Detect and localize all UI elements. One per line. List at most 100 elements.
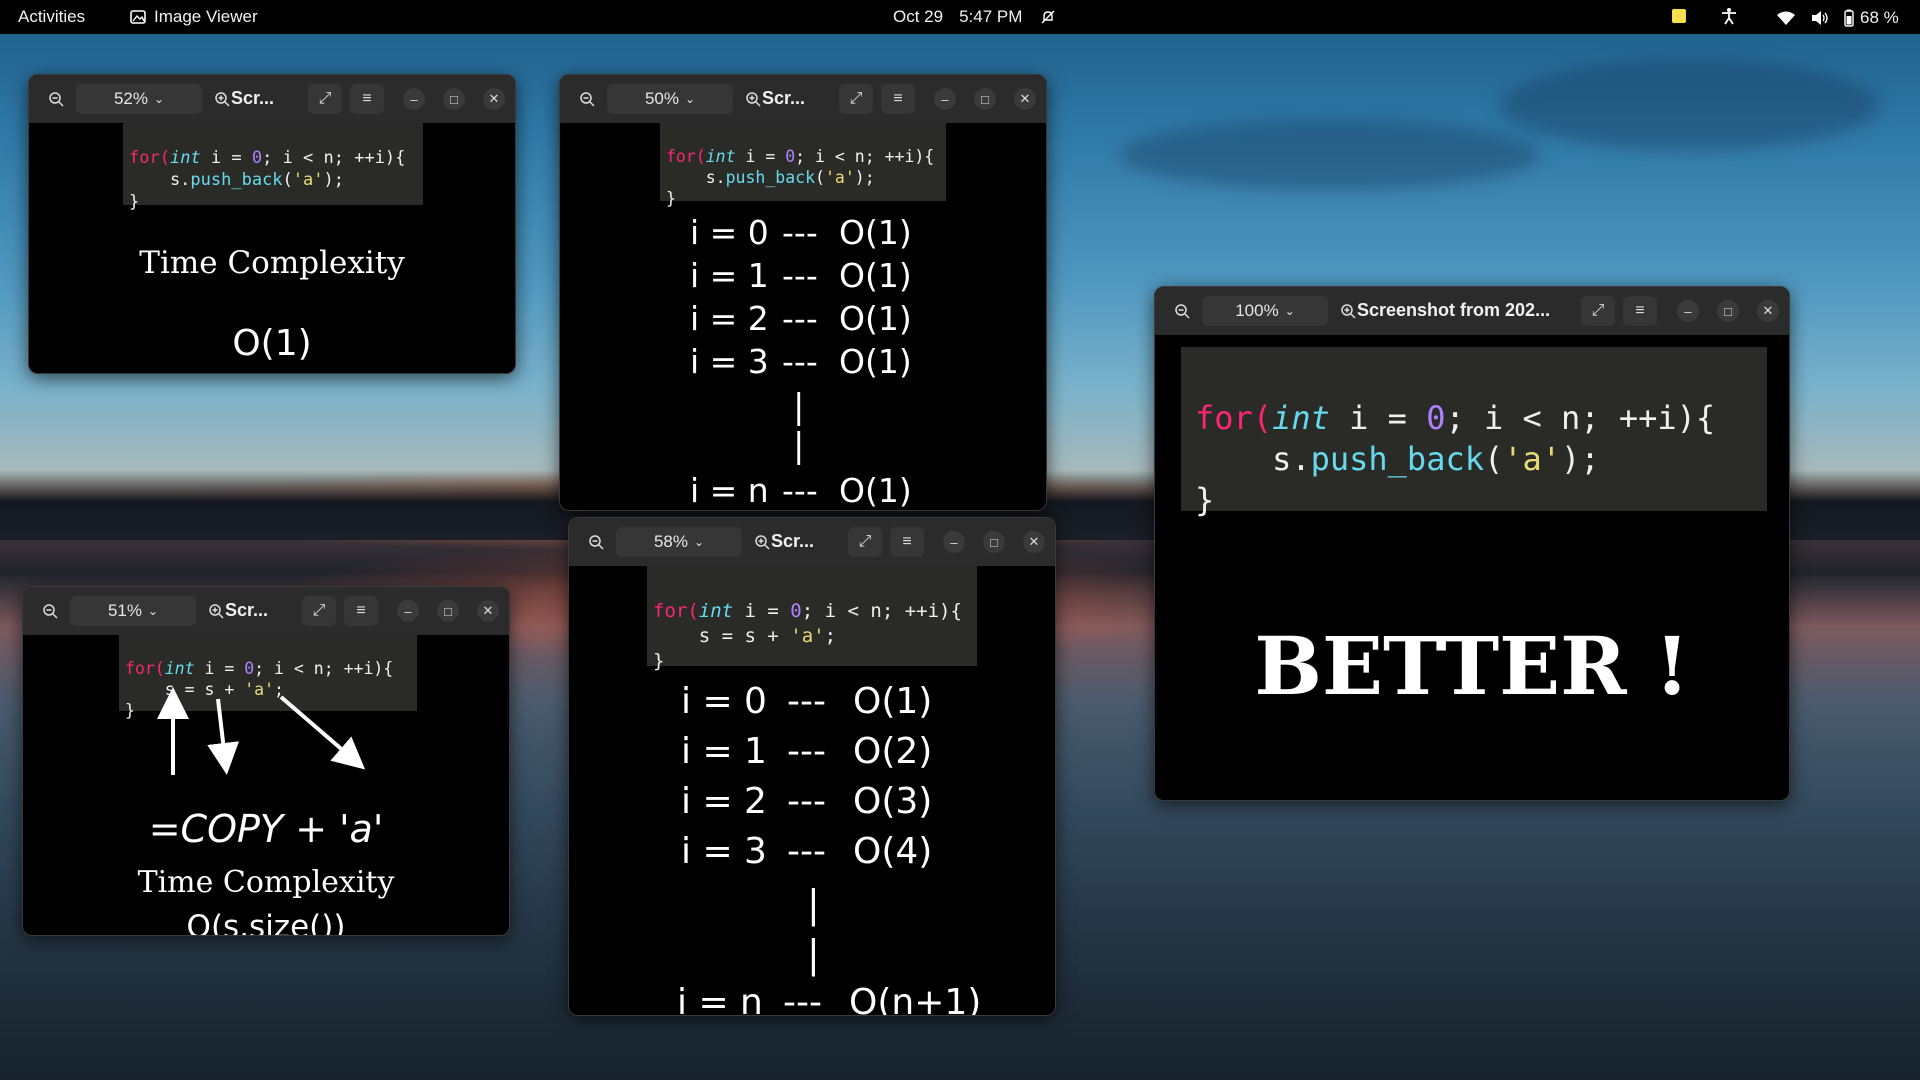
close-icon: ✕ — [1019, 91, 1031, 106]
zoom-in-icon — [215, 92, 230, 107]
zoom-level-dropdown[interactable]: 51% ⌄ — [70, 596, 196, 626]
minimize-button[interactable]: – — [1677, 300, 1699, 322]
image-viewer-window-5[interactable]: 100% ⌄ Screenshot from 202... ⤢ ≡ – □ ✕ … — [1154, 286, 1790, 801]
date-label: Oct 29 — [893, 7, 944, 26]
zoom-in-icon — [755, 535, 770, 550]
minimize-icon: – — [950, 534, 958, 550]
complexity-row: i = 1 — [690, 256, 769, 295]
clock[interactable]: Oct 29 5:47 PM — [893, 7, 1056, 27]
window-title: Scr... — [225, 600, 269, 620]
close-button[interactable]: ✕ — [1023, 531, 1045, 553]
fullscreen-button[interactable]: ⤢ — [848, 527, 882, 557]
zoom-in-icon — [1341, 304, 1356, 319]
close-button[interactable]: ✕ — [1757, 300, 1779, 322]
image-canvas: for(int i = 0; i < n; ++i){ s.push_back(… — [560, 123, 1046, 510]
image-viewer-window-4[interactable]: 58% ⌄ Scr... ⤢ ≡ – □ ✕ for(int i = 0; i … — [568, 517, 1056, 1016]
minimize-button[interactable]: – — [934, 88, 956, 110]
better-label: BETTER ! — [1254, 619, 1690, 713]
image-canvas: for(int i = 0; i < n; ++i){ s = s + 'a';… — [23, 635, 509, 935]
zoom-out-button[interactable] — [39, 84, 73, 114]
system-menu[interactable]: 68 % — [1776, 8, 1899, 28]
close-button[interactable]: ✕ — [483, 88, 505, 110]
maximize-button[interactable]: □ — [437, 600, 459, 622]
minimize-button[interactable]: – — [403, 88, 425, 110]
fullscreen-button[interactable]: ⤢ — [302, 596, 336, 626]
fullscreen-icon: ⤢ — [858, 533, 872, 550]
row-separator: --- — [782, 342, 818, 381]
window-header: 58% ⌄ Scr... ⤢ ≡ – □ ✕ — [569, 518, 1055, 566]
main-menu-button[interactable]: ≡ — [890, 527, 924, 557]
row-complexity: O(n+1) — [849, 982, 982, 1015]
zoom-out-button[interactable] — [579, 527, 613, 557]
zoom-out-button[interactable] — [1165, 296, 1199, 326]
row-complexity: O(2) — [853, 731, 933, 772]
row-complexity: O(1) — [853, 681, 933, 722]
chevron-down-icon: ⌄ — [147, 604, 159, 618]
maximize-button[interactable]: □ — [443, 88, 465, 110]
row-complexity: O(3) — [853, 781, 933, 822]
window-title: Screenshot from 202... — [1357, 300, 1551, 320]
window-title: Scr... — [771, 531, 815, 551]
copy-arrows-diagram — [157, 687, 366, 775]
close-icon: ✕ — [1028, 534, 1040, 549]
row-separator: --- — [787, 831, 826, 872]
continuation-bar: | — [807, 882, 820, 926]
accessibility-menu[interactable] — [1720, 7, 1738, 25]
row-complexity: O(1) — [839, 342, 912, 381]
maximize-button[interactable]: □ — [983, 531, 1005, 553]
indicator-icon[interactable] — [1672, 9, 1686, 23]
chevron-down-icon: ⌄ — [684, 92, 696, 106]
row-separator: --- — [782, 471, 818, 510]
app-menu[interactable]: Image Viewer — [130, 7, 258, 27]
close-button[interactable]: ✕ — [1014, 88, 1036, 110]
maximize-button[interactable]: □ — [974, 88, 996, 110]
zoom-level-value: 58% — [653, 532, 688, 551]
zoom-level-dropdown[interactable]: 58% ⌄ — [616, 527, 742, 557]
hamburger-menu-icon: ≡ — [902, 533, 912, 550]
battery-percentage: 68 % — [1860, 8, 1899, 27]
window-header: 51% ⌄ Scr... ⤢ ≡ – □ ✕ — [23, 587, 509, 635]
image-viewer-window-3[interactable]: 51% ⌄ Scr... ⤢ ≡ – □ ✕ for(int i = 0; i … — [22, 586, 510, 936]
minimize-button[interactable]: – — [397, 600, 419, 622]
activities-button[interactable]: Activities — [18, 7, 85, 27]
maximize-icon: □ — [981, 91, 989, 107]
time-label: 5:47 PM — [959, 7, 1023, 26]
complexity-value: O(s.size()) — [186, 909, 346, 935]
image-viewer-window-2[interactable]: 50% ⌄ Scr... ⤢ ≡ – □ ✕ for(int i = 0; i … — [559, 74, 1047, 511]
fullscreen-button[interactable]: ⤢ — [1581, 296, 1615, 326]
image-viewer-window-1[interactable]: 52% ⌄ Scr... ⤢ ≡ – □ ✕ for(int i = 0; i … — [28, 74, 516, 374]
window-title: Scr... — [762, 88, 806, 108]
image-canvas: for(int i = 0; i < n; ++i){ s.push_back(… — [1155, 335, 1789, 800]
zoom-level-value: 100% — [1235, 301, 1279, 320]
minimize-icon: – — [410, 91, 418, 107]
hamburger-menu-icon: ≡ — [362, 90, 372, 107]
fullscreen-button[interactable]: ⤢ — [308, 84, 342, 114]
main-menu-button[interactable]: ≡ — [344, 596, 378, 626]
main-menu-button[interactable]: ≡ — [350, 84, 384, 114]
hamburger-menu-icon: ≡ — [1635, 302, 1645, 319]
row-separator: --- — [787, 731, 826, 772]
continuation-bar: | — [793, 387, 805, 427]
arrow-down — [207, 698, 240, 775]
zoom-level-dropdown[interactable]: 52% ⌄ — [76, 84, 202, 114]
complexity-row: i = 3 — [690, 342, 769, 381]
close-button[interactable]: ✕ — [477, 600, 499, 622]
code-snippet: for(int i = 0; i < n; ++i){ s.push_back(… — [660, 123, 946, 208]
zoom-level-dropdown[interactable]: 100% ⌄ — [1202, 296, 1328, 326]
fullscreen-button[interactable]: ⤢ — [839, 84, 873, 114]
main-menu-button[interactable]: ≡ — [1623, 296, 1657, 326]
code-snippet: for(int i = 0; i < n; ++i){ s.push_back(… — [123, 123, 423, 212]
code-snippet: for(int i = 0; i < n; ++i){ s.push_back(… — [1181, 347, 1767, 519]
row-separator: --- — [782, 299, 818, 338]
maximize-button[interactable]: □ — [1717, 300, 1739, 322]
chevron-down-icon: ⌄ — [153, 92, 165, 106]
window-header: 100% ⌄ Screenshot from 202... ⤢ ≡ – □ ✕ — [1155, 287, 1789, 335]
zoom-out-button[interactable] — [33, 596, 67, 626]
minimize-button[interactable]: – — [943, 531, 965, 553]
zoom-level-dropdown[interactable]: 50% ⌄ — [607, 84, 733, 114]
close-icon: ✕ — [482, 603, 494, 618]
zoom-out-button[interactable] — [570, 84, 604, 114]
row-separator: --- — [782, 213, 818, 252]
main-menu-button[interactable]: ≡ — [881, 84, 915, 114]
complexity-value: O(1) — [232, 323, 312, 364]
